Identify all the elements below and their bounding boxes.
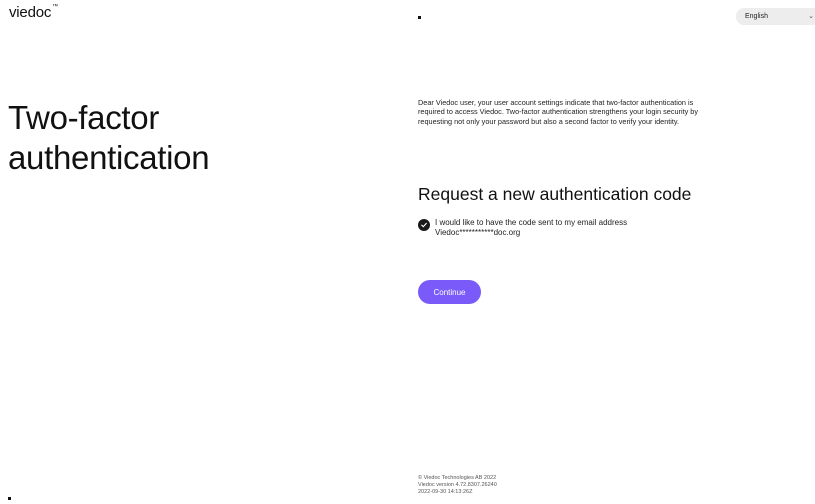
continue-button[interactable]: Continue bbox=[418, 280, 481, 304]
checkmark-glyph bbox=[421, 222, 427, 228]
intro-text: Dear Viedoc user, your user account sett… bbox=[418, 98, 699, 126]
language-select[interactable]: English ⌄ bbox=[736, 8, 815, 25]
footer-copyright: © Viedoc Technologies AB 2022 bbox=[418, 475, 497, 481]
page-title-line2: authentication bbox=[8, 139, 210, 176]
section-heading: Request a new authentication code bbox=[418, 184, 692, 204]
footer: © Viedoc Technologies AB 2022 Viedoc ver… bbox=[418, 475, 497, 496]
footer-version: Viedoc version 4.72.8307.26240 bbox=[418, 482, 497, 488]
masked-email: Viedoc***********doc.org bbox=[435, 228, 521, 237]
checkmark-circle-icon[interactable] bbox=[418, 219, 430, 231]
decorative-dot bbox=[8, 497, 11, 500]
chevron-down-icon: ⌄ bbox=[808, 13, 814, 20]
email-code-option[interactable]: I would like to have the code sent to my… bbox=[418, 218, 627, 238]
page-title-line1: Two-factor bbox=[8, 99, 160, 136]
two-factor-page: viedoc™ English ⌄ Two-factor authenticat… bbox=[0, 0, 815, 504]
language-select-value: English bbox=[745, 13, 768, 20]
decorative-dot bbox=[418, 16, 421, 19]
footer-timestamp: 2022-09-30 14:13:26Z bbox=[418, 489, 473, 495]
viedoc-logo: viedoc™ bbox=[9, 4, 58, 21]
logo-trademark: ™ bbox=[52, 4, 58, 10]
logo-text: viedoc bbox=[9, 4, 52, 21]
page-title: Two-factor authentication bbox=[8, 98, 210, 178]
email-code-option-text: I would like to have the code sent to my… bbox=[435, 218, 627, 238]
email-code-option-label: I would like to have the code sent to my… bbox=[435, 218, 628, 227]
